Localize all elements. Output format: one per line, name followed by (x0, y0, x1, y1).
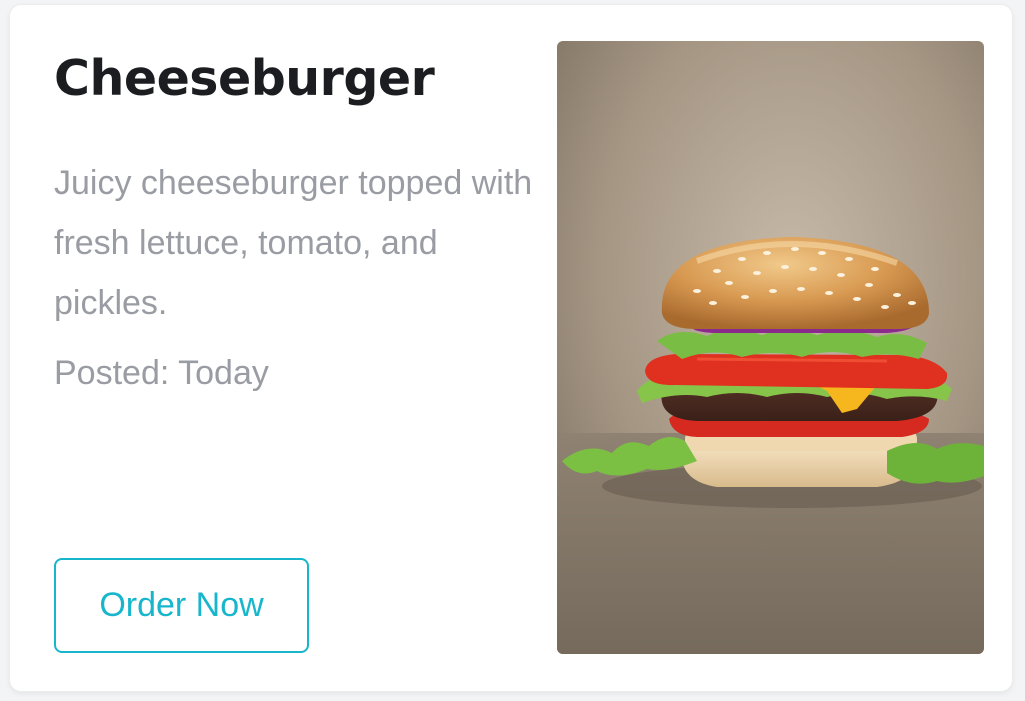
posted-date: Posted: Today (54, 354, 269, 392)
food-card: Cheeseburger Juicy cheeseburger topped w… (9, 4, 1013, 692)
card-description: Juicy cheeseburger topped with fresh let… (54, 164, 533, 322)
card-title: Cheeseburger (54, 50, 435, 107)
cheeseburger-image (557, 41, 984, 654)
order-now-button[interactable]: Order Now (54, 558, 309, 653)
